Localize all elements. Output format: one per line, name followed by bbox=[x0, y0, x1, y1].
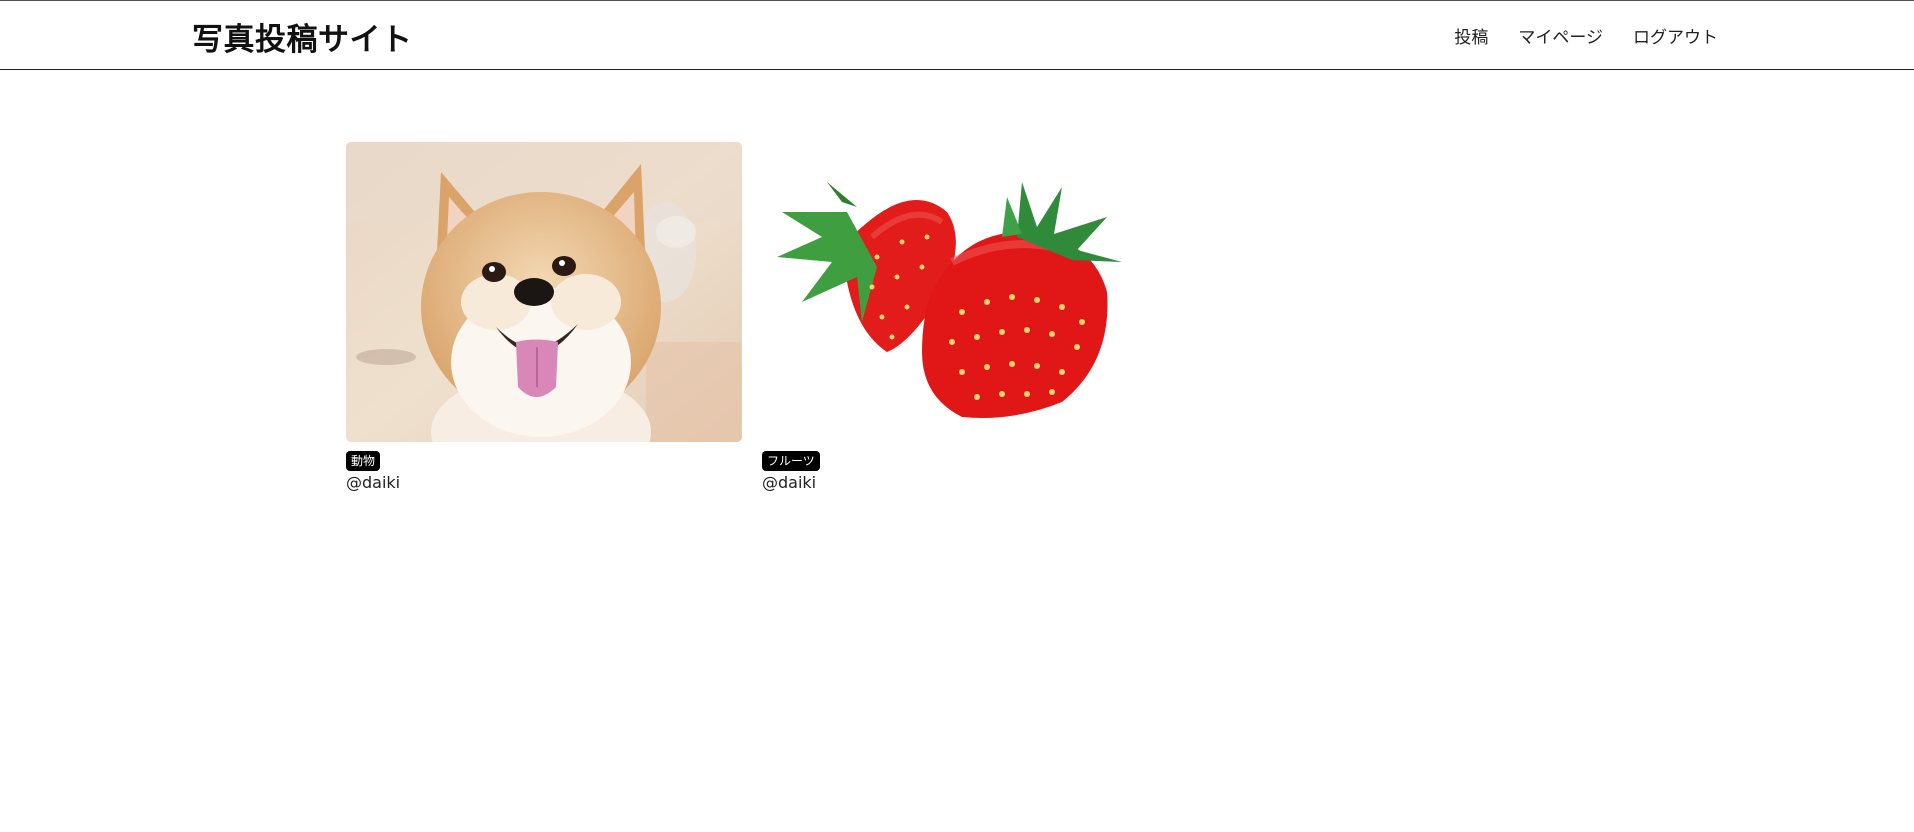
post-card: フルーツ @daiki bbox=[762, 142, 1158, 492]
post-photo-dog[interactable] bbox=[346, 142, 742, 442]
header-nav: 投稿 マイページ ログアウト bbox=[1454, 23, 1718, 48]
site-title-link[interactable]: 写真投稿サイト bbox=[192, 14, 413, 59]
category-tag[interactable]: 動物 bbox=[346, 451, 381, 471]
post-username[interactable]: @daiki bbox=[762, 473, 1158, 492]
page: 写真投稿サイト 投稿 マイページ ログアウト 動物 @daiki フルーツ @d… bbox=[0, 0, 1914, 832]
nav-mypage-link[interactable]: マイページ bbox=[1518, 23, 1603, 48]
strawberries-image bbox=[762, 142, 1158, 442]
post-username[interactable]: @daiki bbox=[346, 473, 742, 492]
site-header: 写真投稿サイト 投稿 マイページ ログアウト bbox=[0, 0, 1914, 70]
post-grid: 動物 @daiki フルーツ @daiki bbox=[346, 142, 1158, 492]
shiba-dog-image bbox=[346, 142, 742, 442]
nav-post-link[interactable]: 投稿 bbox=[1454, 23, 1488, 48]
post-photo-strawberries[interactable] bbox=[762, 142, 1158, 442]
post-card: 動物 @daiki bbox=[346, 142, 742, 492]
category-tag[interactable]: フルーツ bbox=[762, 451, 820, 471]
nav-logout-link[interactable]: ログアウト bbox=[1633, 23, 1718, 48]
